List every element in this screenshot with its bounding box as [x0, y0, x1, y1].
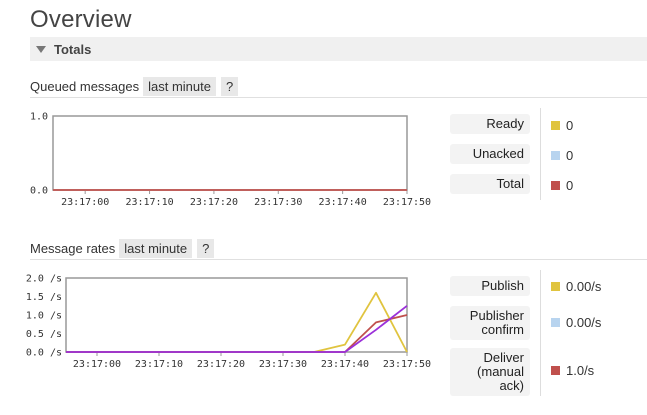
publish-value: 0.00/s — [566, 279, 602, 294]
rates-divider — [30, 259, 647, 260]
x-tick-label: 23:17:40 — [319, 197, 367, 208]
message-rates-chart: 0.0 /s 0.5 /s 1.0 /s 1.5 /s 2.0 /s 23:17:00 23… — [26, 274, 431, 371]
page-title: Overview — [30, 6, 132, 33]
queued-range-selector[interactable]: last minute — [143, 77, 216, 96]
legend-publisher-confirm-button[interactable]: Publisher confirm — [450, 306, 530, 340]
rates-help-button[interactable]: ? — [197, 239, 215, 258]
collapse-triangle-icon — [36, 45, 46, 53]
y-tick-label: 0.5 /s — [26, 329, 62, 340]
x-tick-label: 23:17:10 — [135, 359, 183, 370]
y-tick-label: 1.5 /s — [26, 292, 62, 303]
total-value: 0 — [566, 178, 574, 193]
legend-unacked-button[interactable]: Unacked — [450, 144, 530, 164]
x-tick-label: 23:17:20 — [197, 359, 245, 370]
x-tick-label: 23:17:00 — [73, 359, 121, 370]
message-rates-header: Message rates last minute ? — [30, 239, 219, 258]
publisher-confirm-color-swatch — [551, 318, 560, 327]
legend-deliver-manual-ack-button[interactable]: Deliver (manual ack) — [450, 348, 530, 396]
legend-ready-button[interactable]: Ready — [450, 114, 530, 134]
x-tick-label: 23:17:30 — [254, 197, 302, 208]
message-rates-title: Message rates — [30, 241, 116, 256]
y-tick-label: 0.0 /s — [26, 348, 62, 359]
legend-publish-button[interactable]: Publish — [450, 276, 530, 296]
deliver-manual-ack-label: Deliver (manual ack) — [477, 350, 524, 393]
deliver-value: 1.0/s — [566, 363, 595, 378]
ready-value: 0 — [566, 118, 574, 133]
queued-legend-divider — [540, 108, 541, 200]
x-tick-label: 23:17:50 — [383, 197, 431, 208]
deliver-color-swatch — [551, 366, 560, 375]
x-tick-label: 23:17:20 — [190, 197, 238, 208]
x-tick-label: 23:17:30 — [259, 359, 307, 370]
rates-range-selector[interactable]: last minute — [119, 239, 193, 258]
totals-section-toggle[interactable]: Totals — [30, 37, 647, 61]
unacked-value: 0 — [566, 148, 574, 163]
y-tick-label: 2.0 /s — [26, 274, 62, 285]
queued-messages-title: Queued messages — [30, 79, 140, 94]
queued-messages-chart: 0.0 1.0 23:17:00 23:17:10 23:17:20 23:17:30 23… — [30, 112, 431, 209]
rates-legend-divider — [540, 270, 541, 396]
plot-frame — [52, 115, 408, 191]
legend-total-button[interactable]: Total — [450, 174, 530, 194]
x-tick-label: 23:17:10 — [125, 197, 173, 208]
publish-color-swatch — [551, 282, 560, 291]
unacked-color-swatch — [551, 151, 560, 160]
publisher-confirm-label: Publisher confirm — [469, 308, 524, 337]
ready-color-swatch — [551, 121, 560, 130]
publisher-confirm-value: 0.00/s — [566, 315, 602, 330]
totals-label: Totals — [54, 41, 92, 57]
queued-help-button[interactable]: ? — [221, 77, 239, 96]
queued-divider — [30, 97, 647, 98]
total-color-swatch — [551, 181, 560, 190]
y-tick-label: 0.0 — [30, 186, 48, 197]
y-tick-label: 1.0 /s — [26, 311, 62, 322]
x-tick-label: 23:17:00 — [61, 197, 109, 208]
x-tick-label: 23:17:50 — [383, 359, 431, 370]
x-tick-label: 23:17:40 — [321, 359, 369, 370]
y-tick-label: 1.0 — [30, 112, 48, 123]
queued-messages-header: Queued messages last minute ? — [30, 77, 243, 96]
